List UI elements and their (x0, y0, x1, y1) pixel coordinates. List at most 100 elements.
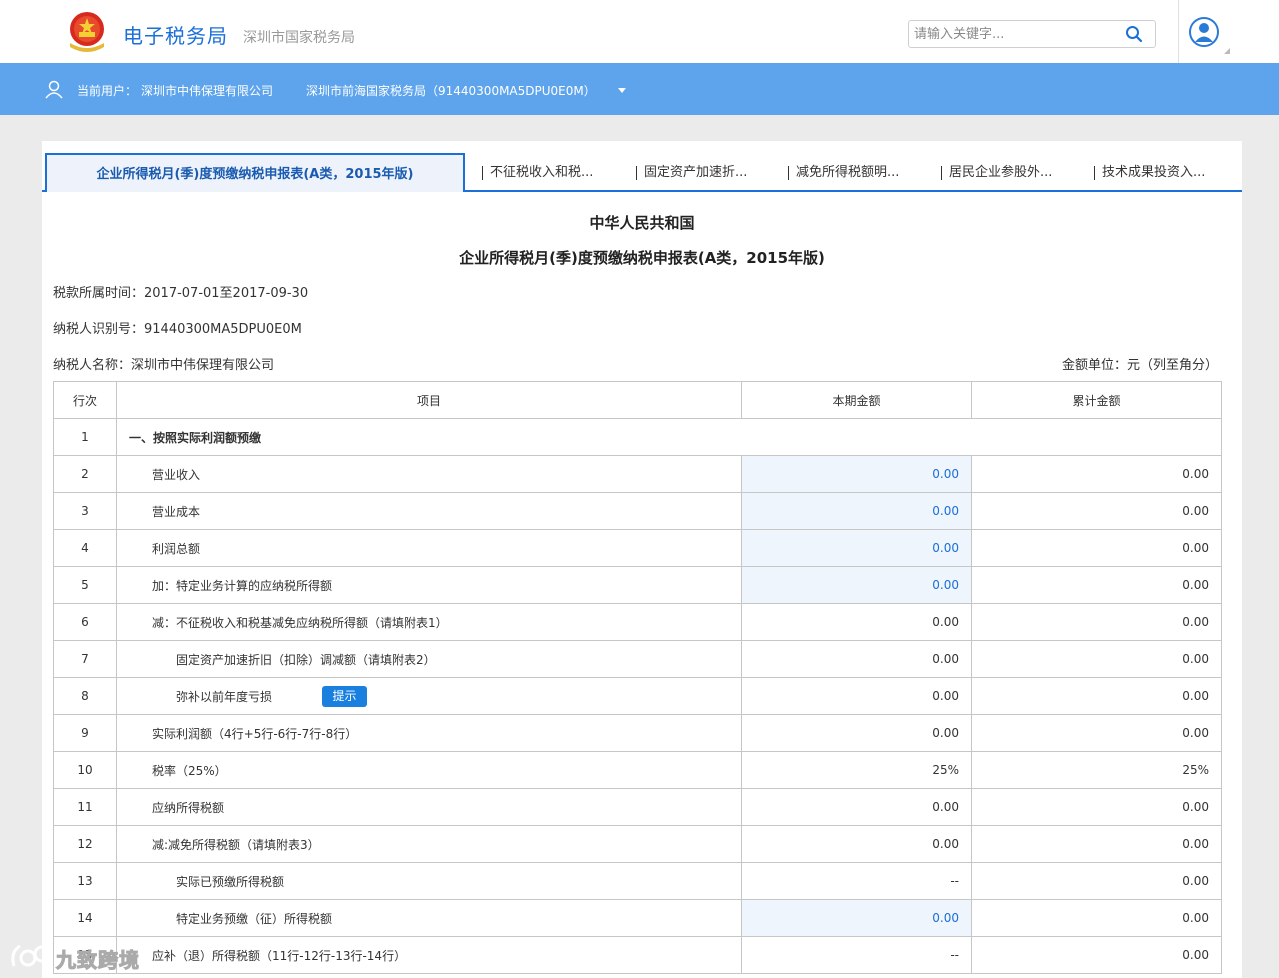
table-row: 7 固定资产加速折旧（扣除）调减额（请填附表2） 0.00 0.00 (53, 640, 1222, 678)
current-amount-cell[interactable]: 0.00 (741, 455, 972, 493)
row-item-label: 应纳所得税额 (152, 800, 225, 815)
table-row: 13 实际已预缴所得税额 -- 0.00 (53, 862, 1222, 900)
row-number: 9 (53, 714, 117, 752)
watermark-text: 九致跨境 (56, 948, 140, 973)
cumulative-amount-cell: 0.00 (971, 492, 1222, 530)
table-row: 15 应补（退）所得税额（11行-12行-13行-14行） -- 0.00 (53, 936, 1222, 974)
current-amount-cell[interactable]: 0.00 (741, 566, 972, 604)
search-input[interactable] (914, 25, 1114, 43)
current-amount-cell[interactable]: 0.00 (741, 899, 972, 937)
cumulative-amount-cell: 0.00 (971, 788, 1222, 826)
row-item-label: 减:减免所得税额（请填附表3） (152, 837, 320, 852)
row-item-label: 利润总额 (152, 541, 201, 556)
row-item: 应补（退）所得税额（11行-12行-13行-14行） (116, 936, 742, 974)
document-title-form: 企业所得税月(季)度预缴纳税申报表(A类，2015年版) (459, 249, 825, 267)
row-item: 实际利润额（4行+5行-6行-7行-8行） (116, 714, 742, 752)
table-row: 10 税率（25%） 25% 25% (53, 751, 1222, 789)
row-item: 减：不征税收入和税基减免应纳税所得额（请填附表1） (116, 603, 742, 641)
watermark: 九致跨境 (8, 938, 178, 974)
cumulative-amount-cell: 0.00 (971, 640, 1222, 678)
row-item-label: 特定业务预缴（征）所得税额 (176, 911, 333, 926)
table-row: 11 应纳所得税额 0.00 0.00 (53, 788, 1222, 826)
col-header-row-no: 行次 (53, 381, 117, 419)
row-item: 应纳所得税额 (116, 788, 742, 826)
current-amount-cell: 25% (741, 751, 972, 789)
chevron-down-icon[interactable] (618, 88, 626, 93)
site-subtitle: 深圳市国家税务局 (243, 30, 355, 46)
table-row: 1 一、按照实际利润额预缴 (53, 418, 1222, 456)
row-number: 11 (53, 788, 117, 826)
tax-period: 税款所属时间：2017-07-01至2017-09-30 (53, 286, 309, 301)
row-item-label: 减：不征税收入和税基减免应纳税所得额（请填附表1） (152, 615, 448, 630)
row-item-label: 营业收入 (152, 467, 201, 482)
search-icon[interactable] (1125, 25, 1143, 43)
header-divider (1178, 0, 1179, 63)
row-number: 4 (53, 529, 117, 567)
row-item-label: 实际已预缴所得税额 (176, 874, 285, 889)
watermark-logo-icon (11, 944, 51, 967)
cumulative-amount-cell: 0.00 (971, 862, 1222, 900)
tab-main-form[interactable]: 企业所得税月(季)度预缴纳税申报表(A类，2015年版) (45, 153, 465, 192)
table-row: 4 利润总额 0.00 0.00 (53, 529, 1222, 567)
tab-attachment-2[interactable]: 固定资产加速折... (635, 141, 747, 190)
tab-attachment-5[interactable]: 技术成果投资入... (1093, 141, 1205, 190)
cumulative-amount-cell: 25% (971, 751, 1222, 789)
national-emblem-icon (70, 12, 104, 52)
taxpayer-id: 纳税人识别号：91440300MA5DPU0E0M (53, 322, 302, 337)
table-header-row: 行次 项目 本期金额 累计金额 (53, 381, 1222, 419)
row-item: 特定业务预缴（征）所得税额 (116, 899, 742, 937)
table-row: 9 实际利润额（4行+5行-6行-7行-8行） 0.00 0.00 (53, 714, 1222, 752)
main-panel: 企业所得税月(季)度预缴纳税申报表(A类，2015年版) 不征税收入和税... … (42, 141, 1242, 978)
col-header-item: 项目 (116, 381, 742, 419)
row-number: 12 (53, 825, 117, 863)
amount-unit: 金额单位：元（列至角分） (1061, 358, 1218, 373)
row-number: 5 (53, 566, 117, 604)
row-item: 加：特定业务计算的应纳税所得额 (116, 566, 742, 604)
table-row: 6 减：不征税收入和税基减免应纳税所得额（请填附表1） 0.00 0.00 (53, 603, 1222, 641)
tab-attachment-4[interactable]: 居民企业参股外... (940, 141, 1052, 190)
table-row: 3 营业成本 0.00 0.00 (53, 492, 1222, 530)
current-amount-cell: -- (741, 862, 972, 900)
document-title-country: 中华人民共和国 (589, 214, 695, 232)
tab-attachment-3[interactable]: 减免所得税额明... (787, 141, 899, 190)
current-amount-cell: -- (741, 936, 972, 974)
taxpayer-name: 纳税人名称：深圳市中伟保理有限公司 (53, 358, 275, 373)
hint-button[interactable]: 提示 (322, 686, 367, 707)
tab-bar: 企业所得税月(季)度预缴纳税申报表(A类，2015年版) 不征税收入和税... … (42, 141, 1242, 192)
cumulative-amount-cell: 0.00 (971, 677, 1222, 715)
current-amount-cell: 0.00 (741, 603, 972, 641)
col-header-current: 本期金额 (741, 381, 972, 419)
current-amount-cell: 0.00 (741, 640, 972, 678)
user-avatar-icon[interactable] (1189, 17, 1219, 47)
tax-bureau-selector[interactable]: 深圳市前海国家税务局（91440300MA5DPU0E0M） (306, 82, 596, 99)
row-item-label: 固定资产加速折旧（扣除）调减额（请填附表2） (176, 652, 436, 667)
current-amount-cell: 0.00 (741, 714, 972, 752)
row-number: 3 (53, 492, 117, 530)
row-item-label: 营业成本 (152, 504, 201, 519)
row-item: 固定资产加速折旧（扣除）调减额（请填附表2） (116, 640, 742, 678)
top-header: 电子税务局 深圳市国家税务局 (0, 0, 1279, 64)
cumulative-amount-cell: 0.00 (971, 825, 1222, 863)
corner-triangle-icon (1224, 48, 1230, 54)
table-row: 14 特定业务预缴（征）所得税额 0.00 0.00 (53, 899, 1222, 937)
row-item: 营业收入 (116, 455, 742, 493)
current-amount-cell: 0.00 (741, 825, 972, 863)
row-number: 14 (53, 899, 117, 937)
cumulative-amount-cell: 0.00 (971, 566, 1222, 604)
cumulative-amount-cell: 0.00 (971, 529, 1222, 567)
row-item: 税率（25%） (116, 751, 742, 789)
row-item: 实际已预缴所得税额 (116, 862, 742, 900)
table-row: 2 营业收入 0.00 0.00 (53, 455, 1222, 493)
row-number: 8 (53, 677, 117, 715)
row-item: 减:减免所得税额（请填附表3） (116, 825, 742, 863)
tab-attachment-1[interactable]: 不征税收入和税... (481, 141, 593, 190)
user-icon (45, 80, 63, 99)
current-amount-cell[interactable]: 0.00 (741, 529, 972, 567)
row-number: 6 (53, 603, 117, 641)
current-user-name: 深圳市中伟保理有限公司 (141, 84, 274, 98)
table-row: 5 加：特定业务计算的应纳税所得额 0.00 0.00 (53, 566, 1222, 604)
current-amount-cell[interactable]: 0.00 (741, 492, 972, 530)
cumulative-amount-cell: 0.00 (971, 936, 1222, 974)
row-item-label: 加：特定业务计算的应纳税所得额 (152, 578, 333, 593)
search-box (908, 20, 1156, 48)
